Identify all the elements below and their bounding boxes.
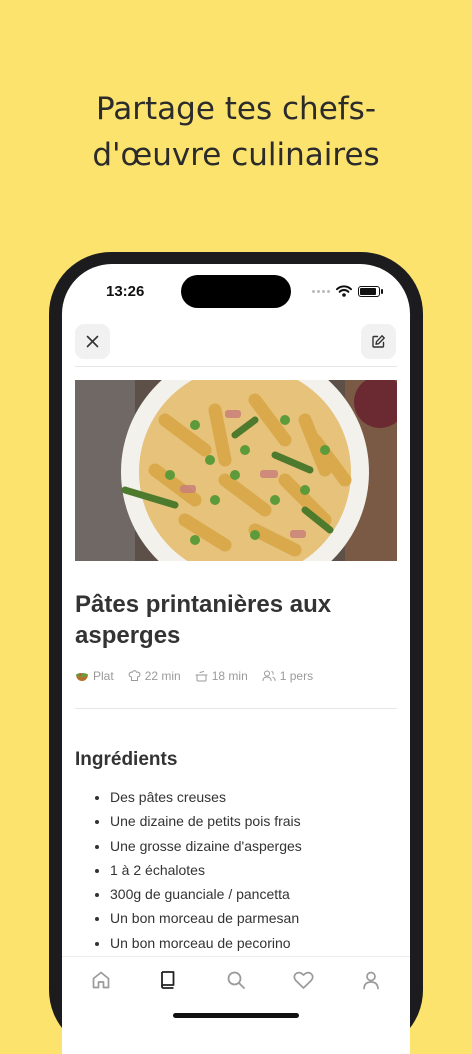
wifi-icon: [336, 285, 352, 297]
profile-icon: [363, 971, 380, 990]
cellular-dots-icon: [312, 289, 330, 293]
ingredient-item: 300g de guanciale / pancetta: [110, 882, 302, 906]
recipe-meta: Plat 22 min 18 min 1 pers: [75, 669, 313, 683]
meta-category-label: Plat: [93, 669, 114, 683]
ingredient-item: Une dizaine de petits pois frais: [110, 809, 302, 833]
tab-profile[interactable]: [351, 957, 391, 1003]
headline: Partage tes chefs- d'œuvre culinaires: [0, 86, 472, 178]
dynamic-island: [181, 275, 291, 308]
heart-icon: [293, 971, 314, 989]
headline-line-1: Partage tes chefs-: [95, 91, 377, 127]
status-icons: [312, 285, 383, 297]
ingredient-item: Un bon morceau de parmesan: [110, 906, 302, 930]
meta-prep-time-label: 22 min: [144, 669, 181, 683]
meta-servings: 1 pers: [262, 669, 313, 683]
meta-cook-time: 18 min: [195, 669, 248, 683]
chef-hat-icon: [128, 670, 141, 681]
tab-bar: [62, 956, 410, 1054]
recipe-photo: [75, 380, 397, 561]
tab-home[interactable]: [81, 957, 121, 1003]
headline-line-2: d'œuvre culinaires: [92, 137, 380, 173]
tab-search[interactable]: [216, 957, 256, 1003]
header-divider: [75, 366, 397, 367]
meta-divider: [75, 708, 397, 709]
search-icon: [227, 971, 245, 989]
meta-prep-time: 22 min: [128, 669, 181, 683]
phone-screen: 13:26 Pâtes printanières aux asperges Pl…: [62, 264, 410, 1054]
edit-button[interactable]: [361, 324, 396, 359]
bowl-icon: [76, 673, 88, 681]
home-icon: [92, 971, 110, 989]
close-button[interactable]: [75, 324, 110, 359]
pot-icon: [195, 671, 208, 682]
meta-servings-label: 1 pers: [279, 669, 314, 683]
ingredients-title: Ingrédients: [75, 749, 178, 770]
ingredient-item: Des pâtes creuses: [110, 785, 302, 809]
status-time: 13:26: [106, 283, 145, 300]
recipe-title: Pâtes printanières aux asperges: [75, 591, 332, 649]
tab-favorites[interactable]: [284, 957, 324, 1003]
edit-icon: [372, 335, 385, 348]
meta-cook-time-label: 18 min: [211, 669, 248, 683]
ingredient-item: 1 à 2 échalotes: [110, 858, 302, 882]
ingredients-list: Des pâtes creuses Une dizaine de petits …: [75, 785, 302, 955]
tab-recipes[interactable]: [148, 957, 188, 1003]
book-icon: [161, 971, 175, 989]
ingredient-item: Un bon morceau de pecorino: [110, 931, 302, 955]
close-icon: [86, 335, 99, 348]
home-indicator[interactable]: [173, 1013, 299, 1018]
battery-icon: [358, 285, 383, 297]
ingredient-item: Une grosse dizaine d'asperges: [110, 834, 302, 858]
people-icon: [262, 670, 276, 682]
meta-category: Plat: [75, 669, 114, 683]
